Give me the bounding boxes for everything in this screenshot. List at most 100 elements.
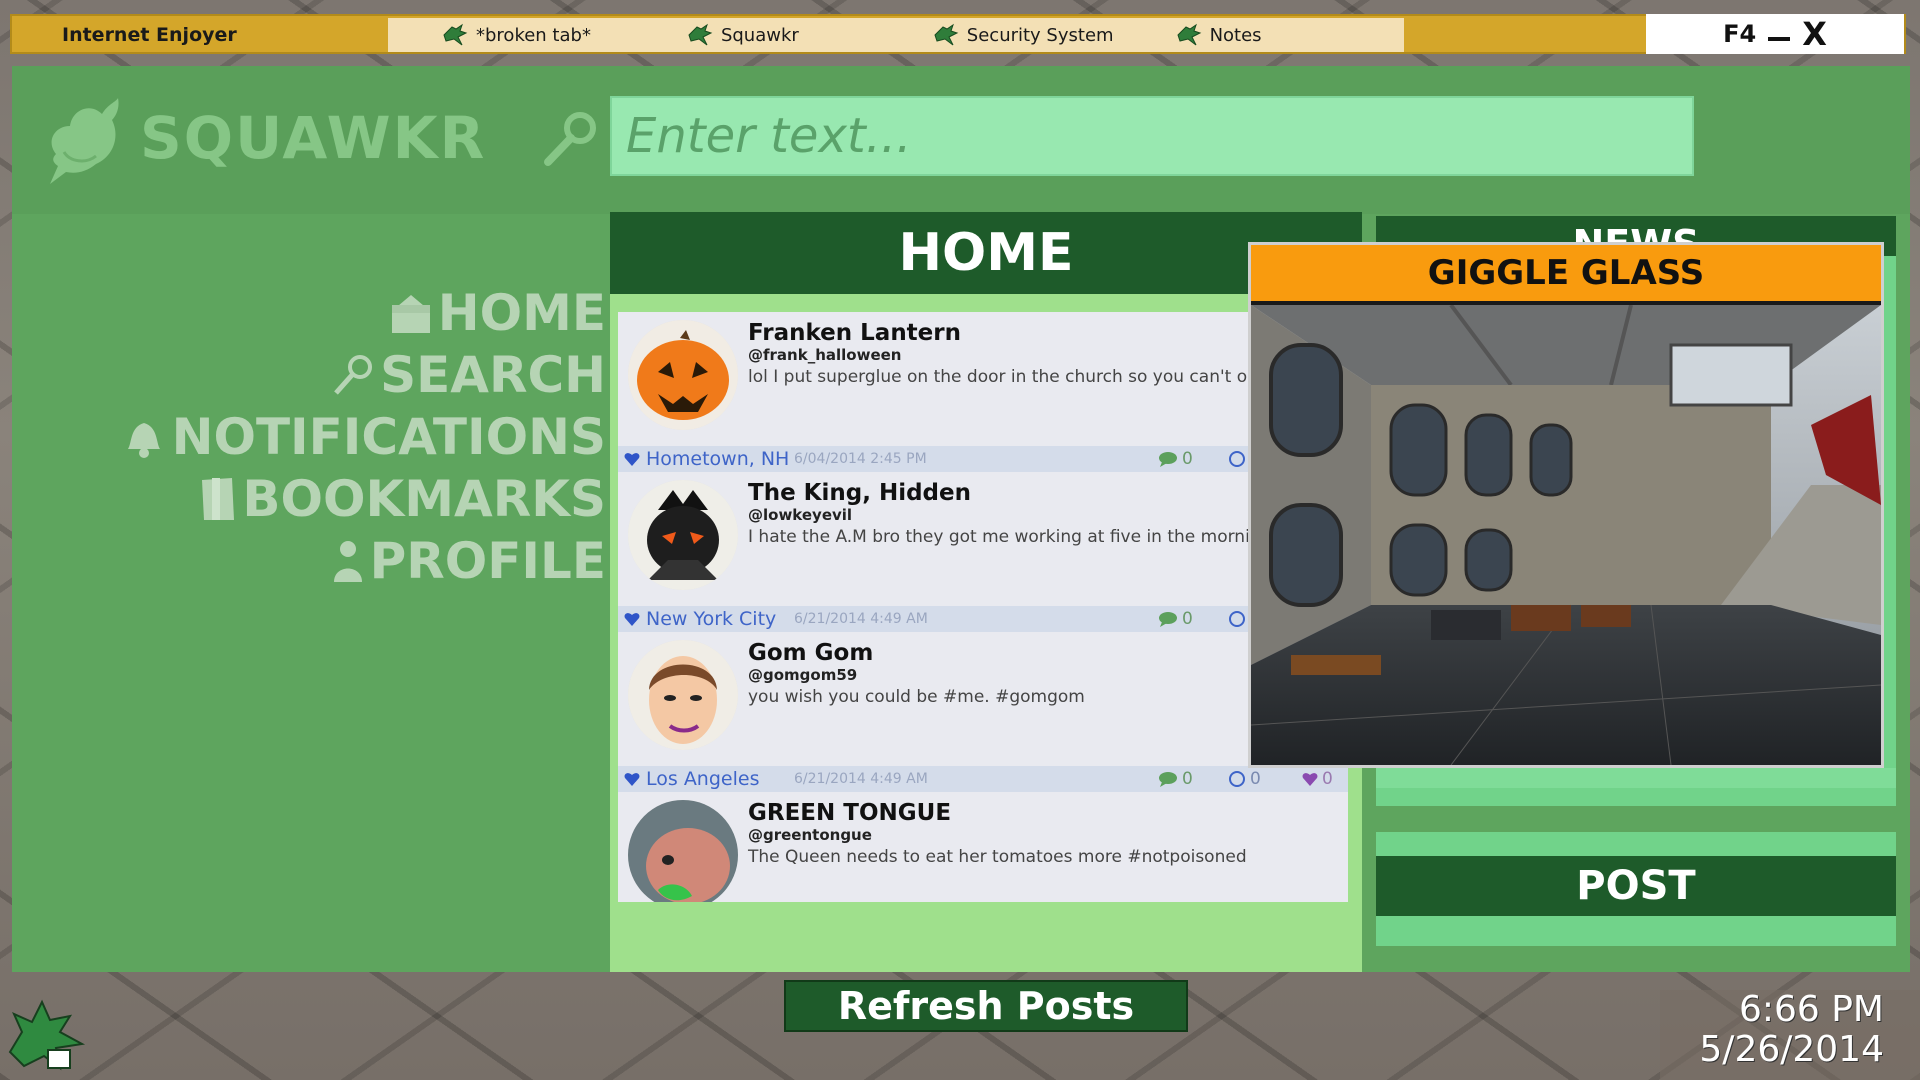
post-feed[interactable]: Franken Lantern @frank_halloween lol I p… — [618, 312, 1348, 902]
post-location: Hometown, NH — [624, 448, 789, 470]
post-meta: Hometown, NH 6/04/2014 2:45 PM 0 — [618, 446, 1348, 472]
comment-icon — [1159, 772, 1177, 787]
post-resquawk[interactable] — [1228, 610, 1246, 628]
tab-squawkr[interactable]: Squawkr — [687, 18, 799, 52]
heart-icon[interactable] — [624, 611, 640, 627]
search-input[interactable] — [610, 96, 1694, 176]
post-location: New York City — [624, 608, 776, 630]
resquawk-count: 0 — [1250, 769, 1261, 789]
squawkr-header: SQUAWKR — [12, 66, 1910, 214]
gator-start-icon[interactable] — [4, 992, 88, 1076]
heart-icon[interactable] — [624, 771, 640, 787]
tab-label: *broken tab* — [476, 24, 591, 46]
comment-icon — [1159, 452, 1177, 467]
post-author-name[interactable]: Gom Gom — [748, 640, 873, 666]
popup-title: GIGGLE GLASS — [1251, 245, 1881, 301]
post-author-name[interactable]: Franken Lantern — [748, 320, 961, 346]
bookmark-icon — [202, 478, 235, 520]
clock-date: 5/26/2014 — [1699, 1029, 1884, 1070]
post-meta: Los Angeles 6/21/2014 4:49 AM 0 0 0 — [618, 766, 1348, 792]
resquawk-icon — [1229, 611, 1245, 627]
resquawk-icon — [1229, 771, 1245, 787]
post-author-handle[interactable]: @frank_halloween — [748, 346, 901, 364]
nav-item-search[interactable]: SEARCH — [112, 344, 606, 406]
post-timestamp: 6/04/2014 2:45 PM — [794, 451, 927, 467]
post-button[interactable]: POST — [1376, 856, 1896, 916]
tab-strip: *broken tab* Squawkr Security System Not… — [388, 18, 1404, 52]
post-author-name[interactable]: GREEN TONGUE — [748, 800, 951, 826]
nav-label: NOTIFICATIONS — [171, 408, 606, 466]
tab-broken[interactable]: *broken tab* — [442, 18, 591, 52]
post-comments[interactable]: 0 — [1158, 769, 1193, 789]
bird-logo-icon — [50, 98, 119, 184]
search-icon[interactable] — [540, 108, 602, 170]
post-location-text: Los Angeles — [646, 768, 760, 790]
pumpkin-avatar-icon — [628, 320, 738, 430]
window-controls: F4 X — [1646, 14, 1904, 54]
nav-item-bookmarks[interactable]: BOOKMARKS — [112, 468, 606, 530]
avatar[interactable] — [628, 320, 738, 430]
person-icon — [333, 541, 362, 582]
tab-label: Security System — [966, 24, 1114, 46]
sketch-king-avatar-icon — [628, 480, 738, 590]
resquawk-icon — [1229, 451, 1245, 467]
clock-time: 6:66 PM — [1738, 989, 1884, 1030]
tab-security-system[interactable]: Security System — [933, 18, 1114, 52]
post-card[interactable]: Gom Gom @gomgom59 you wish you could be … — [618, 632, 1348, 792]
nav-item-home[interactable]: HOME — [112, 282, 606, 344]
post-comments[interactable]: 0 — [1158, 449, 1193, 469]
close-button[interactable]: X — [1802, 18, 1827, 50]
nav-label: BOOKMARKS — [242, 470, 606, 528]
heart-like-icon — [1302, 773, 1318, 786]
nav-item-profile[interactable]: PROFILE — [112, 530, 606, 592]
post-card[interactable]: Franken Lantern @frank_halloween lol I p… — [618, 312, 1348, 472]
tab-notes[interactable]: Notes — [1176, 18, 1262, 52]
minimize-button[interactable] — [1768, 37, 1791, 41]
post-author-handle[interactable]: @lowkeyevil — [748, 506, 852, 524]
post-meta: New York City 6/21/2014 4:49 AM 0 — [618, 606, 1348, 632]
post-author-name[interactable]: The King, Hidden — [748, 480, 971, 506]
avatar[interactable] — [628, 640, 738, 750]
post-card[interactable]: GREEN TONGUE @greentongue The Queen need… — [618, 792, 1348, 902]
post-resquawk[interactable]: 0 — [1228, 769, 1261, 789]
post-location-text: Hometown, NH — [646, 448, 790, 470]
system-clock: 6:66 PM 5/26/2014 — [1660, 990, 1920, 1080]
f4-label: F4 — [1723, 20, 1757, 48]
post-location-text: New York City — [646, 608, 777, 630]
post-location: Los Angeles — [624, 768, 759, 790]
giggle-glass-view-image — [1251, 305, 1881, 765]
post-timestamp: 6/21/2014 4:49 AM — [794, 771, 928, 787]
logo-text: SQUAWKR — [140, 104, 487, 172]
post-timestamp: 6/21/2014 4:49 AM — [794, 611, 928, 627]
post-author-handle[interactable]: @greentongue — [748, 826, 872, 844]
gator-icon — [443, 23, 468, 46]
giggle-glass-popup[interactable]: GIGGLE GLASS — [1248, 242, 1884, 768]
nav-label: SEARCH — [380, 346, 606, 404]
post-author-handle[interactable]: @gomgom59 — [748, 666, 857, 684]
tab-label: Notes — [1209, 24, 1262, 46]
avatar[interactable] — [628, 800, 738, 902]
post-comments[interactable]: 0 — [1158, 609, 1193, 629]
sidebar-nav: HOME SEARCH NOTIFICATIONS BOOKMARKS PROF… — [112, 282, 606, 592]
heart-icon[interactable] — [624, 451, 640, 467]
gator-icon — [1176, 23, 1201, 46]
comment-count: 0 — [1182, 769, 1193, 789]
comment-count: 0 — [1182, 609, 1193, 629]
post-area: POST — [1376, 832, 1896, 946]
bell-icon — [127, 423, 160, 458]
nav-item-notifications[interactable]: NOTIFICATIONS — [112, 406, 606, 468]
app-title: Internet Enjoyer — [62, 24, 237, 46]
top-bar: Internet Enjoyer *broken tab* Squawkr Se… — [10, 14, 1906, 54]
post-resquawk[interactable] — [1228, 450, 1246, 468]
search-icon — [334, 355, 373, 395]
post-likes[interactable]: 0 — [1302, 769, 1333, 789]
like-count: 0 — [1322, 769, 1333, 789]
gator-icon — [934, 23, 959, 46]
post-card[interactable]: The King, Hidden @lowkeyevil I hate the … — [618, 472, 1348, 632]
nav-label: PROFILE — [369, 532, 606, 590]
comment-icon — [1159, 612, 1177, 627]
tab-label: Squawkr — [720, 24, 799, 46]
nav-label: HOME — [437, 284, 606, 342]
house-icon — [391, 295, 430, 333]
avatar[interactable] — [628, 480, 738, 590]
